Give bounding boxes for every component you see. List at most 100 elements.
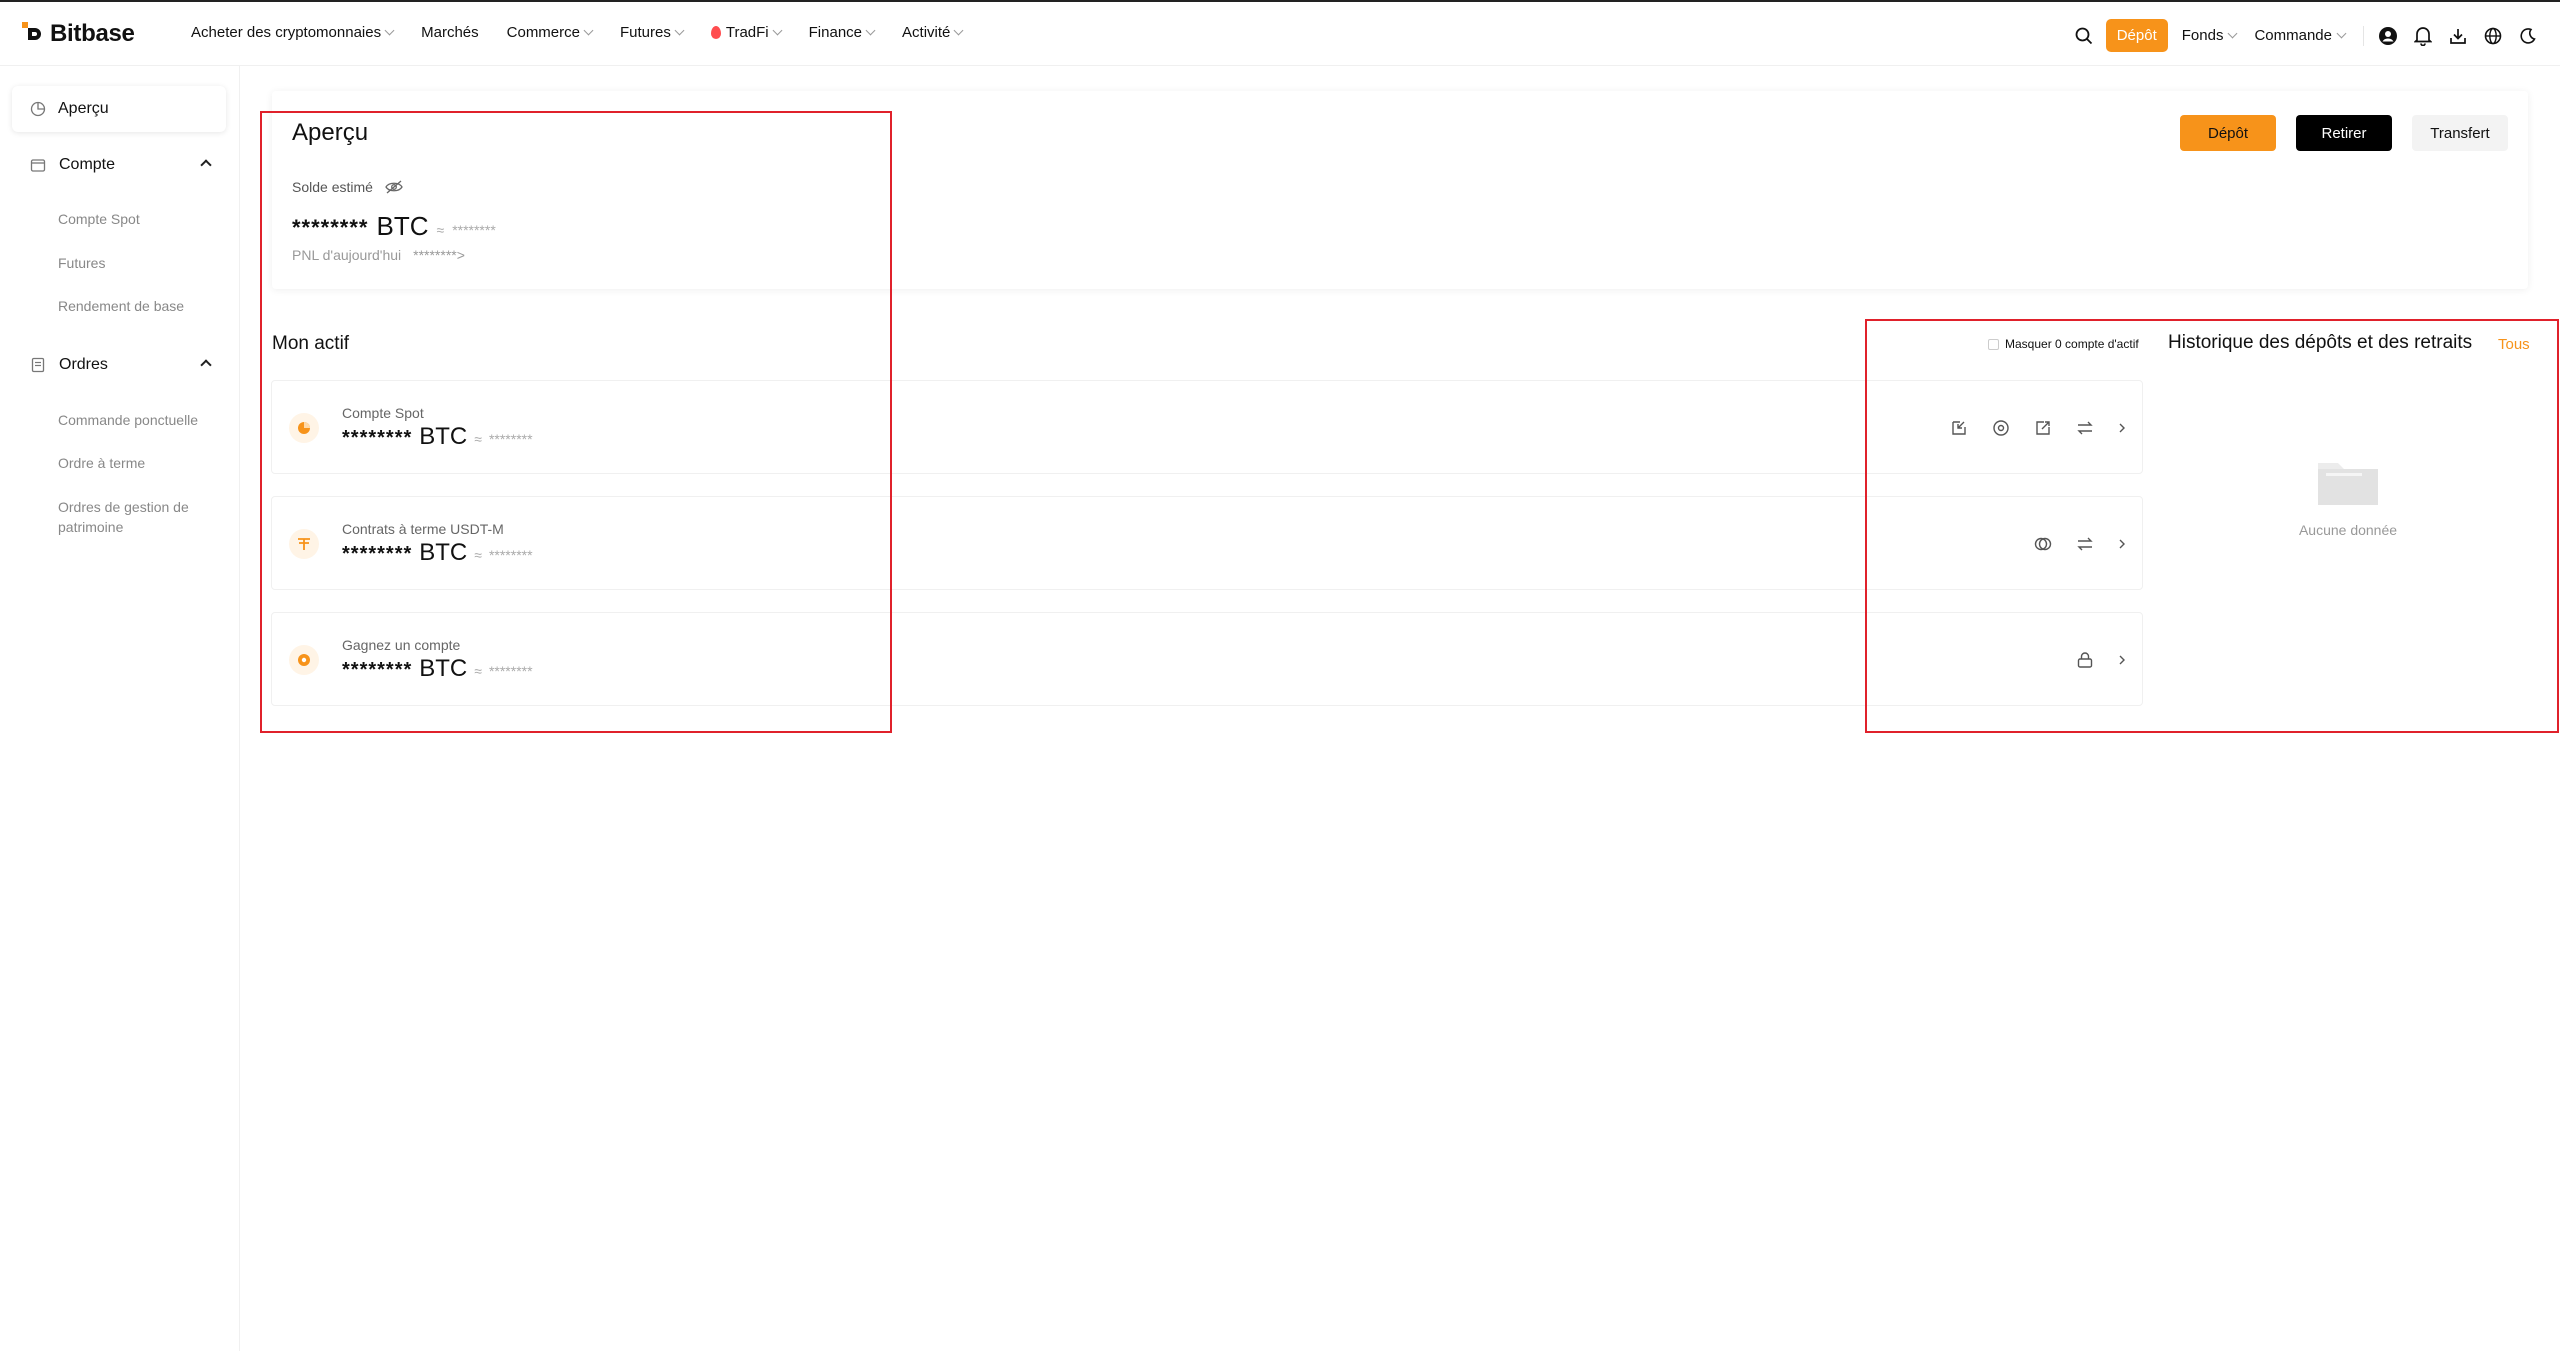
nav-finance[interactable]: Finance [809, 24, 876, 41]
document-icon [31, 357, 45, 373]
transfer-button[interactable]: Transfert [2412, 115, 2508, 151]
transfer-icon[interactable] [2074, 417, 2096, 439]
fire-icon [710, 26, 721, 39]
wallet-icon [30, 159, 46, 172]
account-fiat-masked: ******** [488, 663, 533, 679]
spot-pie-icon [289, 413, 319, 443]
account-row-earn[interactable]: Gagnez un compte ******** BTC ≈ ******** [271, 612, 2143, 706]
checkbox[interactable] [1988, 338, 1999, 350]
chevron-right-icon[interactable] [2116, 649, 2128, 671]
account-name: Gagnez un compte [342, 637, 461, 653]
account-name: Compte Spot [342, 405, 424, 421]
logo-mark-icon [22, 22, 41, 40]
convert-circle-icon[interactable] [1990, 417, 2012, 439]
nav-tradfi[interactable]: TradFi [710, 24, 783, 41]
account-fiat-masked: ******** [488, 431, 533, 447]
hide-zero-label: Masquer 0 compte d'actif [2005, 337, 2139, 351]
deposit-icon[interactable] [1948, 417, 1970, 439]
sidebar: Aperçu Compte Compte Spot Futures Rendem… [0, 66, 240, 1351]
globe-icon[interactable] [2483, 26, 2503, 46]
withdraw-icon[interactable] [2032, 417, 2054, 439]
sidebar-group-orders[interactable]: Ordres [30, 356, 212, 374]
balance-currency: BTC [376, 211, 429, 241]
account-masked: ******** [342, 427, 413, 449]
nav-markets[interactable]: Marchés [421, 24, 479, 41]
chevron-down-icon [2336, 28, 2347, 39]
sidebar-item-wealth-orders[interactable]: Ordres de gestion de patrimoine [58, 497, 228, 537]
download-icon[interactable] [2448, 26, 2468, 46]
nav-label: Futures [620, 24, 671, 41]
sidebar-item-spot-account[interactable]: Compte Spot [58, 209, 140, 229]
account-row-spot[interactable]: Compte Spot ******** BTC ≈ ******** [271, 380, 2143, 474]
history-all-link[interactable]: Tous [2498, 336, 2530, 353]
overview-card: Aperçu Solde estimé ******** BTC ≈ *****… [272, 91, 2528, 289]
earn-tag-icon [289, 645, 319, 675]
sidebar-item-overview[interactable]: Aperçu [12, 86, 226, 132]
nav-activity[interactable]: Activité [902, 24, 964, 41]
transfer-icon[interactable] [2074, 533, 2096, 555]
account-balance: ******** BTC ≈ ******** [342, 539, 533, 567]
top-navigation-bar: Bitbase Acheter des cryptomonnaies March… [0, 0, 2560, 66]
sidebar-item-basic-yield[interactable]: Rendement de base [58, 296, 184, 316]
nav-label: Marchés [421, 24, 479, 41]
earn-lock-icon[interactable] [2074, 649, 2096, 671]
orders-label: Commande [2254, 27, 2332, 44]
nav-commerce[interactable]: Commerce [506, 24, 594, 41]
empty-text: Aucune donnée [2298, 522, 2398, 538]
sidebar-group-account[interactable]: Compte [30, 156, 212, 174]
nav-label: Commerce [506, 24, 580, 41]
hide-zero-toggle[interactable]: Masquer 0 compte d'actif [1988, 337, 2139, 351]
account-actions [2074, 649, 2128, 671]
sidebar-item-futures[interactable]: Futures [58, 253, 105, 273]
nav-label: TradFi [725, 24, 769, 41]
chevron-down-icon [674, 25, 685, 36]
balance-masked: ******** [292, 215, 369, 240]
account-actions [1948, 417, 2128, 439]
orders-menu[interactable]: Commande [2254, 27, 2347, 44]
empty-folder-icon [2318, 463, 2378, 505]
account-balance: ******** BTC ≈ ******** [342, 423, 533, 451]
user-icon[interactable] [2378, 26, 2398, 46]
eye-off-icon[interactable] [385, 180, 403, 194]
history-empty-state: Aucune donnée [2286, 455, 2410, 538]
nav-buy-crypto[interactable]: Acheter des cryptomonnaies [191, 24, 395, 41]
history-title: Historique des dépôts et des retraits [2168, 332, 2473, 353]
approx-sign: ≈ [474, 547, 482, 563]
chevron-down-icon [384, 25, 395, 36]
overview-actions: Dépôt Retirer Transfert [2180, 115, 2508, 151]
bitbase-logo[interactable]: Bitbase [22, 20, 135, 48]
my-assets-title: Mon actif [272, 333, 350, 354]
account-row-usdt-futures[interactable]: Contrats à terme USDT-M ******** BTC ≈ *… [271, 496, 2143, 590]
bell-icon[interactable] [2413, 26, 2433, 46]
account-actions [2032, 533, 2128, 555]
account-currency: BTC [419, 539, 468, 566]
sidebar-item-futures-order[interactable]: Ordre à terme [58, 453, 145, 473]
approx-sign: ≈ [436, 222, 445, 238]
sidebar-item-spot-order[interactable]: Commande ponctuelle [58, 410, 198, 430]
search-icon[interactable] [2074, 26, 2094, 46]
account-masked: ******** [342, 543, 413, 565]
funds-menu[interactable]: Fonds [2181, 27, 2238, 44]
account-currency: BTC [419, 423, 468, 450]
funds-label: Fonds [2181, 27, 2224, 44]
brand-name: Bitbase [50, 20, 135, 47]
moon-icon[interactable] [2518, 26, 2538, 46]
chevron-right-icon[interactable] [2116, 417, 2128, 439]
sidebar-item-label: Aperçu [58, 100, 109, 117]
today-pnl[interactable]: PNL d'aujourd'hui ********> [292, 247, 465, 263]
withdraw-button[interactable]: Retirer [2296, 115, 2392, 151]
chevron-up-icon[interactable] [200, 359, 212, 371]
top-deposit-button[interactable]: Dépôt [2105, 19, 2168, 52]
pie-chart-icon [30, 101, 46, 117]
nav-label: Activité [902, 24, 951, 41]
main-nav: Acheter des cryptomonnaies Marchés Comme… [191, 24, 990, 41]
coins-icon[interactable] [2032, 533, 2054, 555]
chevron-down-icon [772, 25, 783, 36]
estimated-balance: ******** BTC ≈ ******** [292, 211, 496, 242]
deposit-button[interactable]: Dépôt [2180, 115, 2276, 151]
nav-futures[interactable]: Futures [620, 24, 685, 41]
balance-label-text: Solde estimé [292, 179, 373, 195]
chevron-up-icon[interactable] [200, 159, 212, 171]
chevron-right-icon[interactable] [2116, 533, 2128, 555]
chevron-down-icon [865, 25, 876, 36]
